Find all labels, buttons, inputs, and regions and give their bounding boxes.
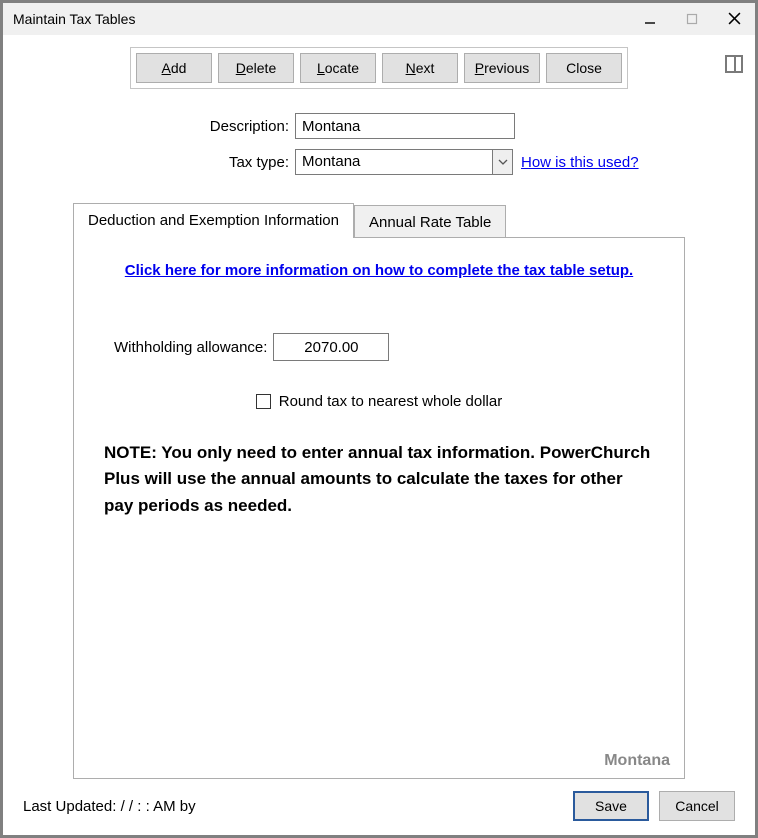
maximize-icon [686, 13, 698, 25]
titlebar: Maintain Tax Tables [3, 3, 755, 35]
taxtype-combobox[interactable]: Montana [295, 149, 513, 175]
footer: Last Updated: / / : : AM by Save Cancel [15, 779, 743, 835]
toolbar: Add Delete Locate Next Previous Close [130, 47, 628, 89]
next-button[interactable]: Next [382, 53, 458, 83]
locate-button[interactable]: Locate [300, 53, 376, 83]
tax-watermark: Montana [604, 752, 670, 770]
last-updated-text: Last Updated: / / : : AM by [23, 798, 573, 815]
taxtype-row: Tax type: Montana How is this used? [15, 149, 743, 175]
minimize-button[interactable] [629, 3, 671, 34]
close-icon [728, 12, 741, 25]
tax-table-setup-link[interactable]: Click here for more information on how t… [125, 262, 633, 279]
panel-layout-icon[interactable] [725, 55, 743, 73]
tab-panel: Click here for more information on how t… [73, 237, 685, 779]
setup-link-row: Click here for more information on how t… [104, 262, 654, 279]
round-tax-checkbox[interactable] [256, 394, 271, 409]
window-controls [629, 3, 755, 34]
cancel-button[interactable]: Cancel [659, 791, 735, 821]
annual-note: NOTE: You only need to enter annual tax … [104, 440, 654, 519]
chevron-down-icon [498, 159, 508, 165]
description-input[interactable] [295, 113, 515, 139]
taxtype-dropdown-button[interactable] [492, 150, 512, 174]
tab-deduction[interactable]: Deduction and Exemption Information [73, 203, 354, 238]
withholding-row: Withholding allowance: [114, 333, 654, 361]
toolbar-area: Add Delete Locate Next Previous Close [15, 47, 743, 89]
maximize-button[interactable] [671, 3, 713, 34]
add-button[interactable]: Add [136, 53, 212, 83]
how-used-link[interactable]: How is this used? [521, 154, 639, 171]
round-row: Round tax to nearest whole dollar [104, 393, 654, 410]
withholding-label: Withholding allowance: [114, 339, 267, 356]
tab-strip: Deduction and Exemption Information Annu… [73, 203, 685, 238]
tab-annual-rate[interactable]: Annual Rate Table [354, 205, 506, 240]
close-window-button[interactable] [713, 3, 755, 34]
description-row: Description: [15, 113, 743, 139]
window-title: Maintain Tax Tables [13, 11, 629, 27]
close-button[interactable]: Close [546, 53, 622, 83]
form-area: Description: Tax type: Montana How is th… [15, 113, 743, 185]
minimize-icon [644, 13, 656, 25]
footer-buttons: Save Cancel [573, 791, 735, 821]
description-label: Description: [15, 118, 295, 135]
taxtype-label: Tax type: [15, 154, 295, 171]
tabs-area: Deduction and Exemption Information Annu… [15, 203, 743, 779]
withholding-allowance-input[interactable] [273, 333, 389, 361]
round-tax-label: Round tax to nearest whole dollar [279, 393, 502, 410]
previous-button[interactable]: Previous [464, 53, 540, 83]
window-body: Add Delete Locate Next Previous Close De… [3, 35, 755, 835]
save-button[interactable]: Save [573, 791, 649, 821]
delete-button[interactable]: Delete [218, 53, 294, 83]
window: Maintain Tax Tables Add Delete Locate Ne… [0, 0, 758, 838]
taxtype-value: Montana [296, 150, 492, 174]
